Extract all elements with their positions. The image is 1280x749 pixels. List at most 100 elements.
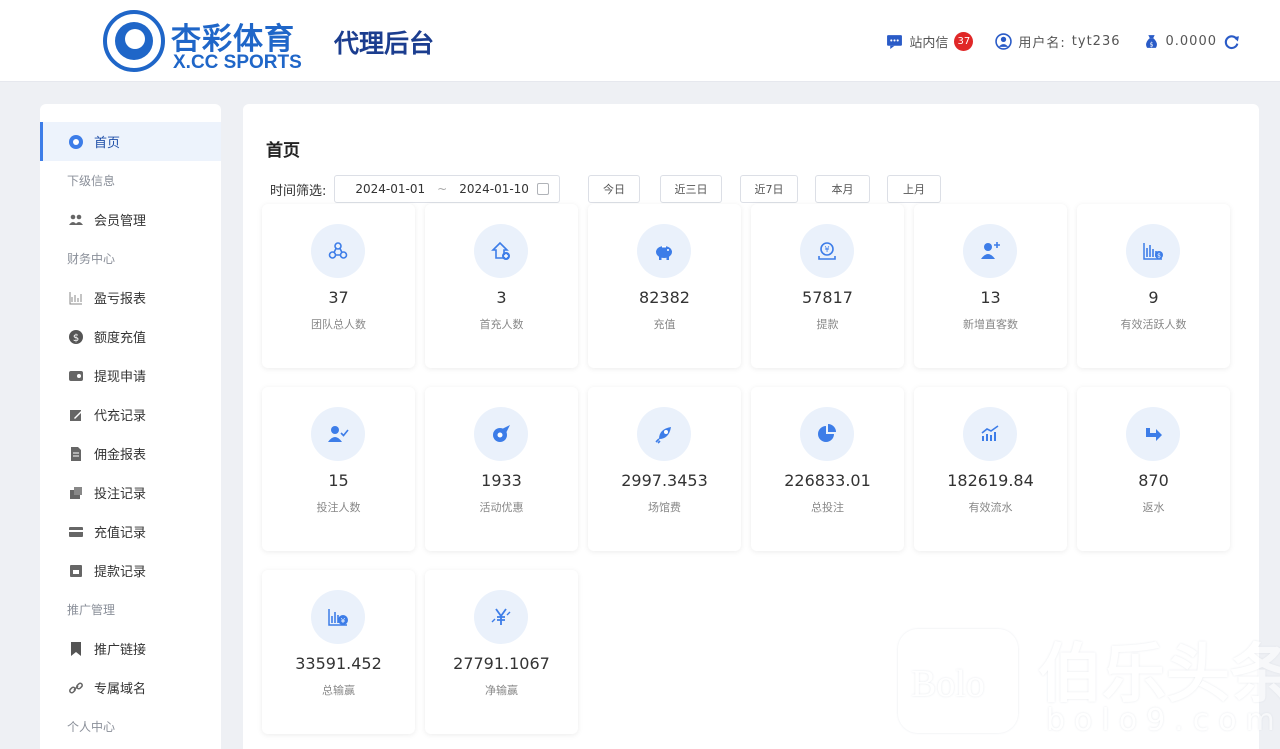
stat-label: 有效活跃人数: [1120, 318, 1187, 331]
balance-value: 0.0000: [1165, 34, 1217, 49]
date-separator: ~: [437, 182, 448, 196]
sidebar-item[interactable]: 会员管理: [40, 200, 221, 239]
stat-card: 870 返水: [1077, 387, 1230, 551]
sidebar-section-heading: 个人中心: [67, 720, 116, 734]
dollar-icon: $: [68, 329, 84, 345]
stat-card: 37 团队总人数: [262, 204, 415, 368]
yen-icon: [474, 590, 528, 644]
sidebar-item-label: 专属域名: [94, 682, 147, 697]
sidebar-item[interactable]: 投注记录: [40, 473, 221, 512]
messages-button[interactable]: 站内信 37: [886, 32, 974, 51]
stat-value: 226833.01: [784, 471, 871, 490]
document-icon: [68, 446, 84, 462]
user-info[interactable]: 用户名: tyt236: [995, 32, 1120, 51]
active-chart-icon: $: [1126, 224, 1180, 278]
svg-text:¥: ¥: [341, 617, 346, 625]
top-header: 杏彩体育 X.CC SPORTS 代理后台 站内信 37 用户名: tyt236: [0, 0, 1280, 82]
messages-count-badge: 37: [954, 32, 974, 51]
sidebar-section-heading: 下级信息: [67, 174, 116, 188]
sidebar-item-label: 盈亏报表: [94, 292, 147, 307]
members-icon: [68, 212, 84, 228]
sidebar-item[interactable]: 提款记录: [40, 551, 221, 590]
sidebar-item[interactable]: 盈亏报表: [40, 278, 221, 317]
stat-value: 57817: [802, 288, 853, 307]
stat-card: 13 新增直客数: [914, 204, 1067, 368]
filter-label: 时间筛选:: [270, 183, 327, 199]
sidebar-item[interactable]: 代充记录: [40, 395, 221, 434]
piggy-bank-icon: [637, 224, 691, 278]
stat-value: 82382: [639, 288, 690, 307]
sidebar-menu: 首页下级信息会员管理财务中心盈亏报表 $ 额度充值提现申请代充记录佣金报表 投注记录充…: [40, 104, 221, 746]
date-start-value: 2024-01-01: [355, 182, 426, 196]
bet-icon: [68, 485, 84, 501]
sidebar-item[interactable]: 专属域名: [40, 668, 221, 707]
sidebar-item[interactable]: 充值记录: [40, 512, 221, 551]
balance-display: $ 0.0000: [1143, 33, 1241, 50]
edit-icon: [68, 407, 84, 423]
stat-card: 182619.84 有效流水: [914, 387, 1067, 551]
stat-label: 总输赢: [322, 684, 355, 697]
promo-icon: [474, 407, 528, 461]
brand-logo[interactable]: 杏彩体育 X.CC SPORTS: [103, 10, 313, 73]
sidebar-item-label: 首页: [94, 136, 121, 151]
sidebar-item[interactable]: $ 额度充值: [40, 317, 221, 356]
today-button[interactable]: 今日: [588, 175, 640, 203]
sidebar-item[interactable]: 推广链接: [40, 629, 221, 668]
sidebar-item-label: 充值记录: [94, 526, 147, 541]
page-title: 首页: [266, 141, 300, 161]
stat-card: ¥33591.452 总输赢: [262, 570, 415, 734]
svg-text:¥: ¥: [824, 245, 829, 254]
svg-text:$: $: [1149, 40, 1153, 48]
this-month-button[interactable]: 本月: [815, 175, 870, 203]
stat-label: 有效流水: [968, 501, 1013, 514]
header-actions: 站内信 37 用户名: tyt236 $ 0.0000: [886, 32, 1240, 51]
stat-value: 182619.84: [947, 471, 1034, 490]
stat-label: 充值: [653, 318, 676, 331]
stat-value: 37: [328, 288, 349, 307]
sidebar-section-heading: 财务中心: [67, 252, 116, 266]
winloss-chart-icon: ¥: [311, 590, 365, 644]
stat-label: 返水: [1142, 501, 1165, 514]
messages-label: 站内信: [909, 36, 949, 51]
username-value: tyt236: [1071, 34, 1121, 49]
sidebar-item-label: 额度充值: [94, 331, 147, 346]
sidebar-item-label: 代充记录: [94, 409, 147, 424]
stat-label: 活动优惠: [479, 501, 524, 514]
sidebar-nav: 首页下级信息会员管理财务中心盈亏报表 $ 额度充值提现申请代充记录佣金报表 投注记录充…: [40, 104, 221, 749]
user-check-icon: [311, 407, 365, 461]
sidebar-item[interactable]: 提现申请: [40, 356, 221, 395]
stat-label: 投注人数: [316, 501, 361, 514]
team-icon: [311, 224, 365, 278]
card-icon: [68, 524, 84, 540]
username-label: 用户名:: [1018, 36, 1066, 51]
watermark-logo: Bolo: [898, 629, 1018, 733]
stat-card: ¥57817 提款: [751, 204, 904, 368]
stat-card: 226833.01 总投注: [751, 387, 904, 551]
sidebar-item-label: 提现申请: [94, 370, 147, 385]
stat-card: 1933 活动优惠: [425, 387, 578, 551]
watermark-url: bolo9.com: [1046, 703, 1280, 738]
date-range-picker[interactable]: 2024-01-01 ~ 2024-01-10: [334, 175, 561, 203]
stat-label: 净输赢: [485, 684, 518, 697]
sidebar-item[interactable]: 佣金报表: [40, 434, 221, 473]
last-three-days-button[interactable]: 近三日: [660, 175, 722, 203]
stat-label: 团队总人数: [311, 318, 366, 331]
stat-value: 2997.3453: [621, 471, 708, 490]
date-end-value: 2024-01-10: [459, 182, 529, 196]
stat-card: 3 首充人数: [425, 204, 578, 368]
time-filter: 时间筛选: 2024-01-01 ~ 2024-01-10: [270, 175, 561, 203]
stat-value: 15: [328, 471, 349, 490]
cashbox-icon: [68, 563, 84, 579]
last-month-button[interactable]: 上月: [887, 175, 941, 203]
stat-card: 15 投注人数: [262, 387, 415, 551]
sidebar-item-label: 推广链接: [94, 643, 147, 658]
refresh-icon[interactable]: [1223, 33, 1240, 50]
svg-text:$: $: [1157, 253, 1161, 260]
logo-english-name: X.CC SPORTS: [173, 52, 302, 73]
page-title-backend: 代理后台: [334, 29, 435, 58]
last-seven-days-button[interactable]: 近7日: [740, 175, 798, 203]
sidebar-item[interactable]: 首页: [40, 122, 221, 161]
chart-icon: [68, 290, 84, 306]
first-deposit-icon: [474, 224, 528, 278]
money-bag-icon: $: [1145, 35, 1157, 48]
